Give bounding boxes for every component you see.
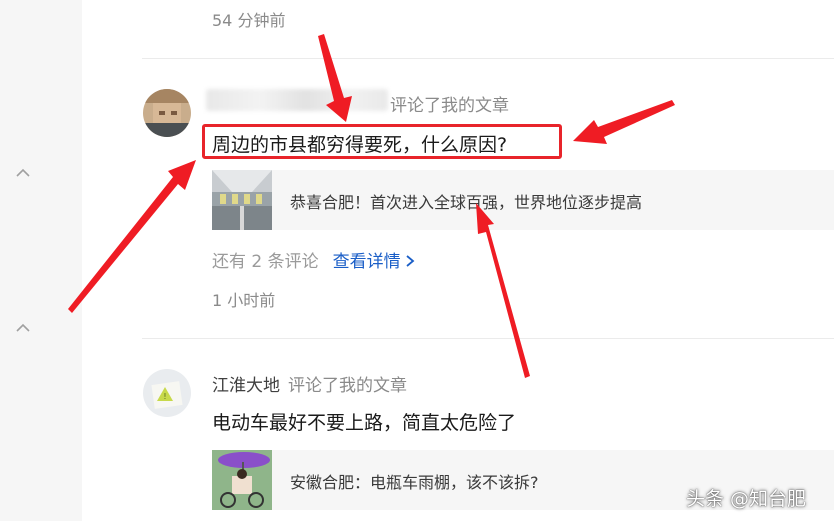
red-arrow-annotation xyxy=(573,100,675,144)
red-arrow-annotation xyxy=(68,160,196,313)
red-arrow-annotation xyxy=(318,34,352,122)
arrow-annotations xyxy=(68,34,675,378)
red-arrow-annotation xyxy=(476,203,530,378)
